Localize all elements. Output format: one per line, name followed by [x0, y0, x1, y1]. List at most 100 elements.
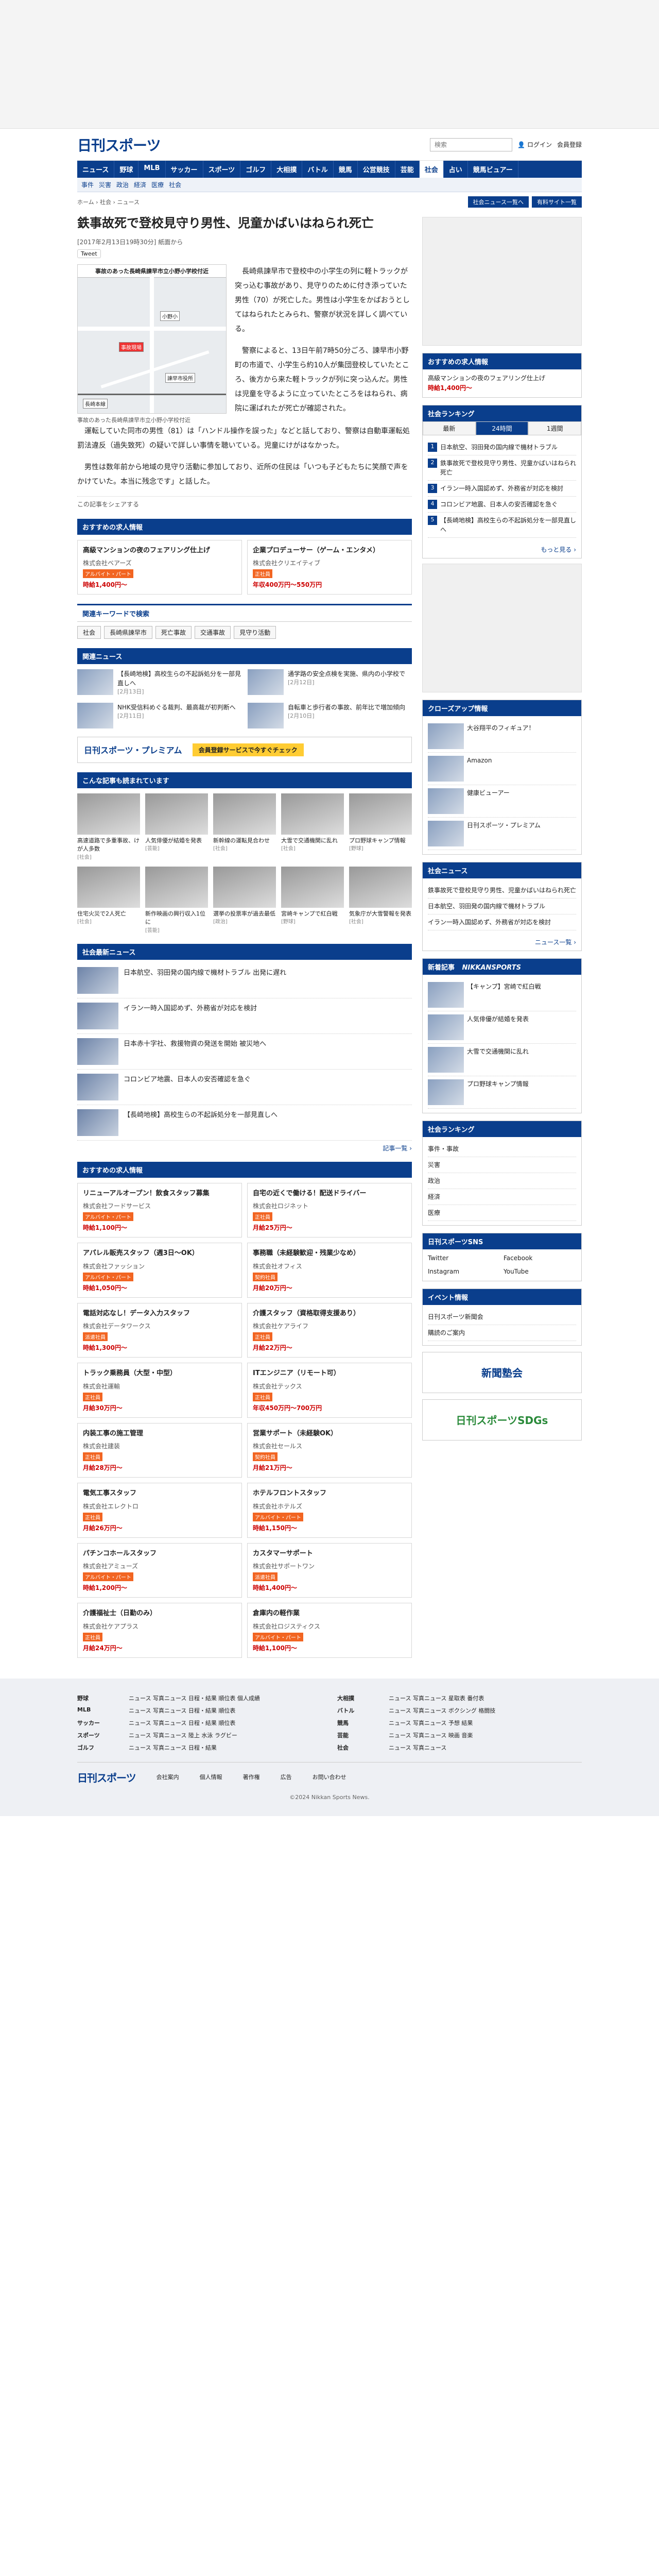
- job-card[interactable]: トラック乗務員（大型・中型） 株式会社運輸 正社員 月給30万円〜: [77, 1363, 242, 1418]
- ranking-tab[interactable]: 最新: [423, 421, 476, 436]
- footer-link[interactable]: 著作権: [243, 1773, 260, 1781]
- job-card[interactable]: カスタマーサポート 株式会社サポートワン 派遣社員 時給1,400円〜: [247, 1543, 412, 1598]
- nav-item[interactable]: 競馬ビュアー: [468, 161, 518, 178]
- footer-links[interactable]: ニュース 写真ニュース 日程・結果: [129, 1743, 217, 1752]
- facebook-link[interactable]: Facebook: [504, 1253, 576, 1263]
- nav-item[interactable]: ゴルフ: [240, 161, 272, 178]
- nav-item[interactable]: ニュース: [77, 161, 115, 178]
- premium-button[interactable]: 会員登録サービスで今すぐチェック: [192, 743, 304, 756]
- job-card[interactable]: 倉庫内の軽作業 株式会社ロジスティクス アルバイト・パート 時給1,100円〜: [247, 1603, 412, 1658]
- recommend-tile[interactable]: 人気俳優が結婚を発表 [芸能]: [145, 793, 208, 861]
- list-item[interactable]: 日本赤十字社、救援物資の発送を開始 被災地へ: [77, 1034, 412, 1070]
- side-job-title[interactable]: 高級マンションの夜のフェアリング仕上げ: [428, 374, 576, 383]
- footer-link[interactable]: 広告: [281, 1773, 292, 1781]
- new-item[interactable]: プロ野球キャンプ情報: [428, 1076, 576, 1109]
- list-item[interactable]: 日本航空、羽田発の国内線で機材トラブル 出発に遅れ: [77, 963, 412, 998]
- members-link[interactable]: 会員登録: [557, 140, 582, 149]
- promo-banner[interactable]: 新聞塾会: [422, 1351, 582, 1393]
- nav-item[interactable]: スポーツ: [203, 161, 241, 178]
- job-card[interactable]: 営業サポート（未経験OK） 株式会社セールス 契約社員 月給21万円〜: [247, 1422, 412, 1478]
- list-item[interactable]: 【長崎地検】高校生らの不起訴処分を一部見直しへ: [77, 1105, 412, 1141]
- closeup-item[interactable]: 日刊スポーツ・プレミアム: [428, 818, 576, 851]
- society-link[interactable]: 事件・事故: [428, 1141, 576, 1158]
- job-card[interactable]: 電話対応なし！データ入力スタッフ 株式会社データワークス 派遣社員 時給1,300円〜: [77, 1302, 242, 1358]
- new-item[interactable]: 大雪で交通機関に乱れ: [428, 1044, 576, 1077]
- list-item[interactable]: コロンビア地震、日本人の安否確認を急ぐ: [77, 1070, 412, 1105]
- job-card[interactable]: リニューアルオープン！飲食スタッフ募集 株式会社フードサービス アルバイト・パート時…: [77, 1182, 242, 1238]
- footer-heading[interactable]: 大相撲: [337, 1694, 384, 1702]
- ranking-item[interactable]: 4 コロンビア地震、日本人の安否確認を急ぐ: [428, 497, 576, 513]
- closeup-item[interactable]: 大谷翔平のフィギュア！: [428, 720, 576, 753]
- recommend-tile[interactable]: 大雪で交通機関に乱れ [社会]: [281, 793, 344, 861]
- event-link[interactable]: 購読のご案内: [428, 1325, 576, 1341]
- paid-sites-button[interactable]: 有料サイト一覧: [532, 196, 582, 208]
- nav-item[interactable]: 競馬: [334, 161, 358, 178]
- ranking-item[interactable]: 1 日本航空、羽田発の国内線で機材トラブル: [428, 439, 576, 456]
- nav-item[interactable]: MLB: [138, 161, 166, 178]
- related-item[interactable]: 【長崎地検】高校生らの不起訴処分を一部見直しへ [2月13日]: [77, 669, 241, 697]
- footer-links[interactable]: ニュース 写真ニュース 陸上 水泳 ラグビー: [129, 1731, 237, 1739]
- recommend-tile[interactable]: プロ野球キャンプ情報 [野球]: [349, 793, 412, 861]
- job-card[interactable]: 企業プロデューサー（ゲーム・エンタメ） 株式会社クリエイティブ 正社員 年収40…: [247, 539, 412, 595]
- instagram-link[interactable]: Instagram: [428, 1267, 500, 1277]
- society-link[interactable]: 経済: [428, 1189, 576, 1206]
- ranking-item[interactable]: 2 鉄事故死で登校見守り男性、児童かばいはねられ死亡: [428, 455, 576, 481]
- closeup-item[interactable]: Amazon: [428, 753, 576, 786]
- footer-links[interactable]: ニュース 写真ニュース 日程・結果 順位表: [129, 1719, 235, 1727]
- ranking-tab[interactable]: 1週間: [528, 421, 582, 436]
- subnav-item[interactable]: 医療: [151, 180, 164, 189]
- side-ad[interactable]: [422, 217, 582, 346]
- related-item[interactable]: NHK受信料めぐる裁判、最高裁が初判断へ [2月11日]: [77, 702, 241, 728]
- sdgs-banner[interactable]: 日刊スポーツSDGs: [422, 1399, 582, 1440]
- footer-heading[interactable]: スポーツ: [77, 1731, 124, 1739]
- premium-banner[interactable]: 日刊スポーツ・プレミアム 会員登録サービスで今すぐチェック: [77, 736, 412, 763]
- related-item[interactable]: 通学路の安全点検を実施、県内の小学校で [2月12日]: [248, 669, 412, 697]
- footer-link[interactable]: 個人情報: [200, 1773, 222, 1781]
- nav-item[interactable]: バトル: [302, 161, 334, 178]
- job-card[interactable]: 内装工事の施工管理 株式会社建装 正社員 月給28万円〜: [77, 1422, 242, 1478]
- breadcrumb[interactable]: ホーム › 社会 › ニュース: [77, 198, 140, 206]
- footer-heading[interactable]: サッカー: [77, 1719, 124, 1727]
- recommend-tile[interactable]: 新幹線の運転見合わせ [社会]: [213, 793, 276, 861]
- twitter-link[interactable]: Twitter: [428, 1253, 500, 1263]
- nav-item[interactable]: 占い: [444, 161, 468, 178]
- society-item[interactable]: 鉄事故死で登校見守り男性、児童かばいはねられ死亡: [428, 883, 576, 899]
- footer-heading[interactable]: 社会: [337, 1743, 384, 1752]
- footer-link[interactable]: お問い合わせ: [313, 1773, 346, 1781]
- event-link[interactable]: 日刊スポーツ新聞会: [428, 1309, 576, 1325]
- tweet-button[interactable]: Tweet: [77, 249, 101, 258]
- job-card[interactable]: 自宅の近くで働ける！配送ドライバー 株式会社ロジネット 正社員 月給25万円〜: [247, 1182, 412, 1238]
- footer-links[interactable]: ニュース 写真ニュース: [389, 1743, 446, 1752]
- society-link[interactable]: 医療: [428, 1205, 576, 1222]
- news-list-button[interactable]: 社会ニュース一覧へ: [467, 196, 529, 208]
- job-card[interactable]: 高級マンションの夜のフェアリング仕上げ 株式会社ベアーズ アルバイト・パート 時…: [77, 539, 242, 595]
- related-item[interactable]: 自転車と歩行者の事故、前年比で増加傾向 [2月10日]: [248, 702, 412, 728]
- job-card[interactable]: 介護福祉士（日勤のみ） 株式会社ケアプラス 正社員 月給24万円〜: [77, 1603, 242, 1658]
- list-item[interactable]: イラン一時入国認めず、外務省が対応を検討: [77, 998, 412, 1034]
- side-ad-2[interactable]: [422, 564, 582, 693]
- recommend-tile[interactable]: 新作映画の興行収入1位に [芸能]: [145, 866, 208, 935]
- job-card[interactable]: 電気工事スタッフ 株式会社エレクトロ 正社員 月給26万円〜: [77, 1483, 242, 1538]
- footer-heading[interactable]: バトル: [337, 1706, 384, 1715]
- footer-link[interactable]: 会社案内: [157, 1773, 179, 1781]
- recommend-tile[interactable]: 気象庁が大雪警報を発表 [社会]: [349, 866, 412, 935]
- society-more[interactable]: ニュース一覧 ›: [423, 938, 581, 951]
- recommend-tile[interactable]: 住宅火災で2人死亡 [社会]: [77, 866, 140, 935]
- footer-heading[interactable]: ゴルフ: [77, 1743, 124, 1752]
- ranking-more[interactable]: もっと見る ›: [423, 545, 581, 558]
- keyword-chip[interactable]: 死亡事故: [155, 626, 192, 639]
- keyword-chip[interactable]: 交通事故: [195, 626, 231, 639]
- footer-links[interactable]: ニュース 写真ニュース 映画 音楽: [389, 1731, 473, 1739]
- job-card[interactable]: 事務職（未経験歓迎・残業少なめ） 株式会社オフィス 契約社員 月給20万円〜: [247, 1243, 412, 1298]
- job-card[interactable]: パチンコホールスタッフ 株式会社アミューズ アルバイト・パート 時給1,200円〜: [77, 1543, 242, 1598]
- footer-heading[interactable]: 芸能: [337, 1731, 384, 1739]
- nav-item[interactable]: サッカー: [166, 161, 203, 178]
- recommend-tile[interactable]: 選挙の投票率が過去最低 [政治]: [213, 866, 276, 935]
- footer-links[interactable]: ニュース 写真ニュース 日程・結果 順位表 個人成績: [129, 1694, 260, 1702]
- nav-item-active[interactable]: 社会: [419, 161, 444, 178]
- footer-heading[interactable]: 野球: [77, 1694, 124, 1702]
- society-link[interactable]: 災害: [428, 1157, 576, 1174]
- ranking-tab-active[interactable]: 24時間: [475, 421, 529, 436]
- nav-item[interactable]: 公営競技: [358, 161, 395, 178]
- job-card[interactable]: アパレル販売スタッフ（週3日〜OK） 株式会社ファッション アルバイト・パート 時給1…: [77, 1243, 242, 1298]
